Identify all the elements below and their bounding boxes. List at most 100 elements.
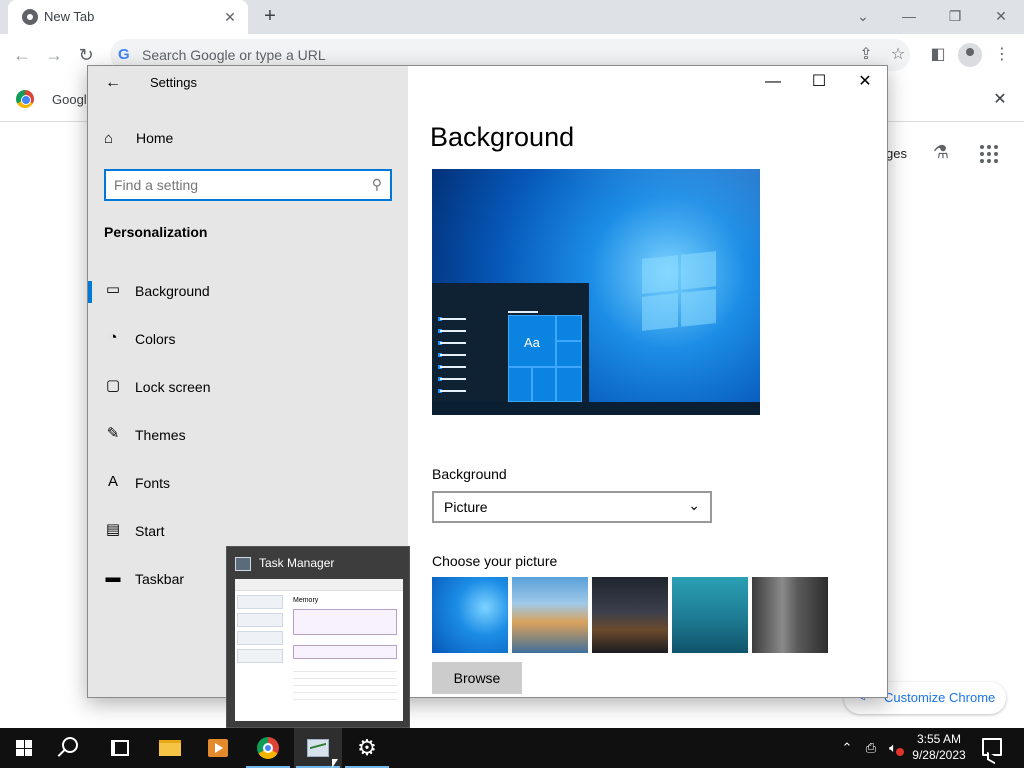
info-bar-text: Googl bbox=[52, 92, 87, 107]
settings-taskbar-button[interactable]: ⚙ bbox=[343, 728, 391, 768]
omnibox-placeholder[interactable]: Search Google or type a URL bbox=[142, 47, 326, 63]
background-type-dropdown[interactable]: Picture ⌄ bbox=[432, 491, 712, 523]
picture-thumbnail-underwater[interactable] bbox=[672, 577, 748, 653]
tray-chevron-up-icon[interactable]: ⌃ bbox=[838, 738, 856, 758]
google-g-icon: G bbox=[118, 46, 130, 63]
palette-icon: ◔ bbox=[108, 329, 118, 346]
task-manager-thumbnail-preview[interactable]: Task Manager Memory bbox=[226, 546, 410, 728]
chrome-tabstrip: New Tab ✕ + ⌄ — ❐ ✕ bbox=[0, 0, 1024, 34]
bookmark-star-icon[interactable]: ☆ bbox=[886, 43, 910, 67]
nav-item-label: Background bbox=[135, 283, 210, 299]
settings-close-button[interactable]: ✕ bbox=[850, 69, 880, 95]
settings-main-pane: — ☐ ✕ Background Aa Background Picture ⌄… bbox=[408, 66, 887, 697]
chrome-close-button[interactable]: ✕ bbox=[986, 4, 1016, 28]
brush-icon: ✎ bbox=[106, 425, 120, 442]
section-header-personalization: Personalization bbox=[104, 224, 208, 240]
share-icon[interactable]: ⇪ bbox=[854, 43, 878, 67]
mini-start-menu: Aa bbox=[432, 283, 589, 402]
chevron-down-icon: ⌄ bbox=[688, 497, 700, 513]
side-panel-icon[interactable]: ◧ bbox=[926, 43, 950, 67]
chrome-taskbar-button[interactable] bbox=[244, 728, 292, 768]
settings-minimize-button[interactable]: — bbox=[758, 69, 788, 95]
nav-item-label: Colors bbox=[135, 331, 176, 347]
settings-window: ← Settings ⌂ Home ⚲ Personalization ▭ Ba… bbox=[87, 65, 888, 698]
chrome-icon bbox=[257, 737, 279, 759]
customize-chrome-label: Customize Chrome bbox=[884, 690, 996, 705]
chrome-restore-button[interactable]: ❐ bbox=[940, 4, 970, 28]
background-preview: Aa bbox=[432, 169, 760, 415]
media-player-icon bbox=[208, 739, 228, 757]
nav-item-label: Fonts bbox=[135, 475, 171, 491]
settings-title: Settings bbox=[150, 75, 197, 90]
clock-time: 3:55 AM bbox=[916, 732, 962, 746]
chrome-favicon-icon bbox=[22, 9, 38, 25]
google-apps-icon[interactable] bbox=[980, 145, 998, 163]
tab-search-chevron-icon[interactable]: ⌄ bbox=[848, 4, 878, 28]
notifications-icon[interactable] bbox=[982, 738, 1002, 756]
settings-back-icon[interactable]: ← bbox=[102, 72, 124, 94]
task-manager-title: Task Manager bbox=[259, 556, 335, 570]
info-bar-close-icon[interactable]: ✕ bbox=[988, 88, 1012, 112]
mini-live-tiles bbox=[508, 315, 582, 402]
nav-home[interactable]: ⌂ Home bbox=[102, 128, 392, 150]
labs-flask-icon[interactable]: ⚗ bbox=[930, 142, 952, 166]
new-tab-button[interactable]: + bbox=[258, 5, 282, 29]
chrome-menu-icon[interactable]: ⋮ bbox=[990, 43, 1014, 67]
file-explorer-button[interactable] bbox=[146, 728, 194, 768]
mini-taskbar bbox=[432, 402, 760, 415]
forward-arrow-icon[interactable]: → bbox=[42, 43, 66, 67]
task-view-icon bbox=[111, 740, 129, 756]
clock-date: 9/28/2023 bbox=[912, 748, 966, 762]
images-link[interactable]: ges bbox=[886, 146, 907, 161]
task-manager-window-thumbnail: Memory bbox=[235, 579, 403, 721]
tm-menu-bar bbox=[235, 579, 403, 591]
font-icon: A bbox=[107, 473, 118, 490]
picture-icon: ▭ bbox=[105, 281, 121, 298]
tm-resource-list bbox=[237, 595, 287, 705]
chrome-logo-icon bbox=[16, 90, 34, 108]
picture-thumbnail-rock[interactable] bbox=[752, 577, 828, 653]
windows-taskbar: ⚙ ⌃ ⎙ 🔈︎ 3:55 AM 9/28/2023 bbox=[0, 728, 1024, 768]
search-icon: ⚲ bbox=[371, 176, 382, 192]
preview-tile-text: Aa bbox=[524, 335, 540, 350]
chrome-tab-new-tab[interactable]: New Tab ✕ bbox=[8, 0, 248, 34]
profile-avatar-icon[interactable] bbox=[958, 43, 982, 67]
nav-item-colors[interactable]: ◔ Colors bbox=[88, 319, 408, 359]
search-icon bbox=[62, 737, 78, 753]
windows-start-icon bbox=[16, 740, 32, 756]
tab-title: New Tab bbox=[44, 9, 95, 24]
nav-item-background[interactable]: ▭ Background bbox=[88, 271, 408, 311]
page-title: Background bbox=[430, 122, 575, 152]
settings-maximize-button[interactable]: ☐ bbox=[804, 69, 834, 95]
network-icon[interactable]: ⎙ bbox=[862, 739, 880, 757]
nav-item-lock-screen[interactable]: ▢ Lock screen bbox=[88, 367, 408, 407]
chrome-minimize-button[interactable]: — bbox=[894, 4, 924, 28]
taskbar-icon: ▬ bbox=[105, 569, 121, 586]
find-setting-input[interactable] bbox=[114, 176, 354, 194]
reload-icon[interactable]: ↻ bbox=[74, 43, 98, 67]
start-button[interactable] bbox=[0, 728, 48, 768]
task-manager-icon bbox=[235, 557, 251, 571]
browse-button[interactable]: Browse bbox=[432, 662, 522, 694]
task-view-button[interactable] bbox=[96, 728, 144, 768]
picture-thumbnail-windows[interactable] bbox=[432, 577, 508, 653]
tm-memory-stats bbox=[293, 665, 397, 705]
folder-icon bbox=[159, 740, 181, 756]
find-setting-search[interactable]: ⚲ bbox=[104, 169, 392, 201]
nav-item-start[interactable]: ▤ Start bbox=[88, 511, 408, 551]
gear-icon: ⚙ bbox=[357, 735, 377, 760]
volume-muted-badge-icon bbox=[896, 748, 904, 756]
taskbar-search-button[interactable] bbox=[48, 728, 96, 768]
taskbar-clock[interactable]: 3:55 AM 9/28/2023 bbox=[906, 731, 972, 765]
background-setting-label: Background bbox=[432, 466, 507, 482]
picture-thumbnail-beach[interactable] bbox=[512, 577, 588, 653]
tab-close-icon[interactable]: ✕ bbox=[220, 7, 240, 27]
windows-logo-icon bbox=[642, 251, 716, 331]
nav-item-label: Lock screen bbox=[135, 379, 211, 395]
back-arrow-icon[interactable]: ← bbox=[10, 43, 34, 67]
picture-thumbnail-night-sky[interactable] bbox=[592, 577, 668, 653]
nav-item-themes[interactable]: ✎ Themes bbox=[88, 415, 408, 455]
nav-item-fonts[interactable]: A Fonts bbox=[88, 463, 408, 503]
home-icon: ⌂ bbox=[104, 130, 114, 147]
media-player-button[interactable] bbox=[194, 728, 242, 768]
